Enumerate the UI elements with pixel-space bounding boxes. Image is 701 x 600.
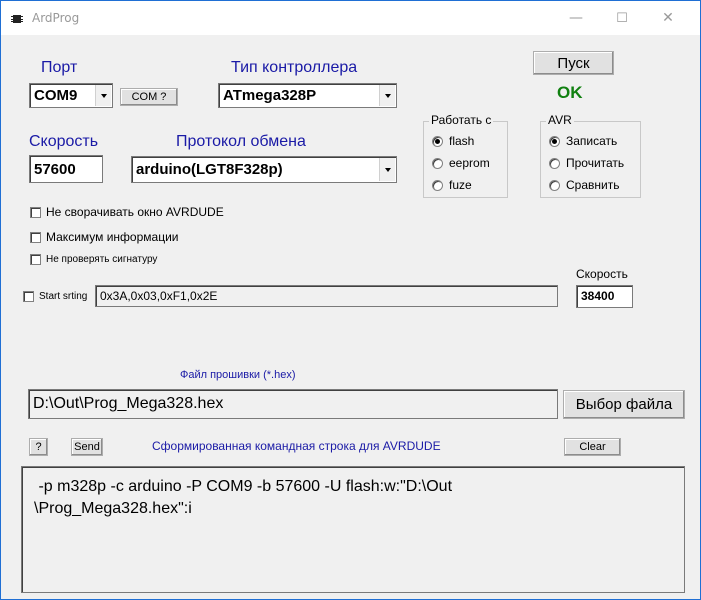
firmware-path-field[interactable]: D:\Out\Prog_Mega328.hex [28,389,558,419]
radio-verify[interactable]: Сравнить [549,178,619,192]
port-label: Порт [41,59,78,76]
status-ok: OK [557,83,583,102]
chevron-down-icon [379,158,395,181]
start-string-field[interactable]: 0x3A,0x03,0xF1,0x2E [95,285,558,307]
checkbox-icon [30,231,41,243]
title-bar[interactable]: ArdProg — ☐ ✕ [1,1,700,35]
radio-eeprom[interactable]: eeprom [432,156,490,170]
radio-flash[interactable]: flash [432,134,474,148]
main-panel: Порт COM9 COM ? Тип контроллера ATmega32… [9,35,694,597]
avr-group-title: AVR [546,113,574,127]
checkbox-start-string[interactable]: Start srting [23,291,87,302]
port-select[interactable]: COM9 [29,83,113,108]
chip-icon [10,12,24,24]
checkbox-icon [23,291,34,302]
protocol-label: Протокол обмена [176,133,306,150]
radio-flash-label: flash [449,134,475,148]
checkbox-no-minimize[interactable]: Не сворачивать окно AVRDUDE [30,205,224,219]
speed-field[interactable]: 57600 [29,155,103,183]
chevron-down-icon [379,85,395,106]
minimize-button[interactable]: — [553,1,599,35]
avr-group: AVR Записать Прочитать Сравнить [540,113,641,198]
radio-fuze[interactable]: fuze [432,178,472,192]
radio-icon [432,157,443,169]
port-value: COM9 [34,87,78,104]
radio-verify-label: Сравнить [566,178,620,192]
app-window: ArdProg — ☐ ✕ Порт COM9 COM ? Тип контро… [0,0,701,600]
memory-group-title: Работать с [429,113,494,127]
radio-write[interactable]: Записать [549,134,617,148]
radio-selected-icon [432,135,443,147]
com-detect-button[interactable]: COM ? [120,88,178,106]
radio-icon [549,157,560,169]
radio-write-label: Записать [566,134,618,148]
controller-value: ATmega328P [223,87,317,104]
maximize-button[interactable]: ☐ [599,1,645,35]
radio-read-label: Прочитать [566,156,625,170]
window-title: ArdProg [32,11,80,25]
speed2-label: Скорость [576,267,628,281]
clear-button[interactable]: Clear [564,438,621,456]
start-button[interactable]: Пуск [533,51,614,75]
chevron-down-icon [95,85,111,106]
checkbox-no-signature[interactable]: Не проверять сигнатуру [30,254,157,265]
speed2-field[interactable]: 38400 [576,285,633,308]
radio-icon [432,179,443,191]
radio-icon [549,179,560,191]
choose-file-button[interactable]: Выбор файла [563,390,685,419]
radio-fuze-label: fuze [449,178,472,192]
protocol-value: arduino(LGT8F328p) [136,161,283,178]
checkbox-icon [30,206,41,218]
radio-eeprom-label: eeprom [449,156,490,170]
firmware-label: Файл прошивки (*.hex) [180,369,296,381]
controller-label: Тип контроллера [231,59,358,76]
radio-selected-icon [549,135,560,147]
checkbox-no-minimize-label: Не сворачивать окно AVRDUDE [46,205,224,219]
command-output[interactable]: -p m328p -c arduino -P COM9 -b 57600 -U … [21,466,685,593]
protocol-select[interactable]: arduino(LGT8F328p) [131,156,397,183]
memory-group: Работать с flash eeprom fuze [423,113,508,198]
checkbox-max-info-label: Максимум информации [46,230,179,244]
start-string-label: Start srting [39,291,88,302]
command-caption: Сформированная командная строка для AVRD… [152,439,441,453]
close-button[interactable]: ✕ [645,1,691,35]
checkbox-no-signature-label: Не проверять сигнатуру [46,254,158,265]
checkbox-icon [30,254,41,265]
checkbox-max-info[interactable]: Максимум информации [30,230,178,244]
speed-label: Скорость [29,133,99,150]
radio-read[interactable]: Прочитать [549,156,624,170]
help-button[interactable]: ? [29,438,48,456]
send-button[interactable]: Send [71,438,103,456]
controller-select[interactable]: ATmega328P [218,83,397,108]
